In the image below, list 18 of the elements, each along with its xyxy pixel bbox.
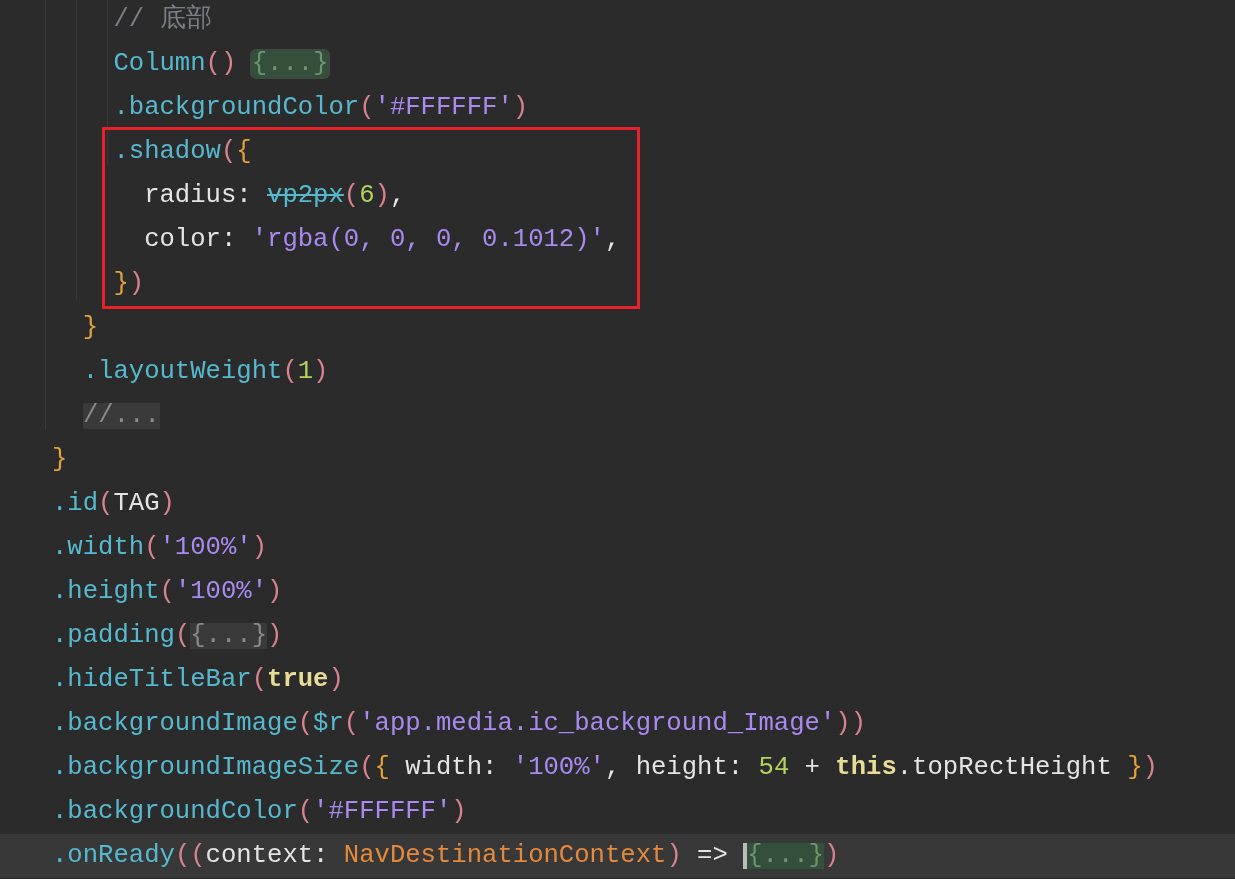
code-line: // 底部 — [112, 3, 213, 37]
code-line: } — [81, 312, 100, 345]
code-line: }) — [112, 268, 146, 301]
code-line: .backgroundColor('#FFFFFF') — [112, 92, 530, 125]
code-line: color: 'rgba(0, 0, 0, 0.1012)', — [143, 224, 622, 257]
code-line: .layoutWeight(1) — [81, 356, 330, 389]
code-line: .id(TAG) — [51, 488, 176, 521]
code-line: Column() {...} — [112, 48, 330, 81]
code-line: .backgroundImageSize({ width: '100%', height: 54 + this.topRectHeight }) — [51, 752, 1159, 785]
code-line: .backgroundColor('#FFFFFF') — [51, 796, 468, 829]
code-line: .shadow({ — [112, 136, 253, 169]
code-line: .height('100%') — [51, 576, 284, 609]
code-line: radius: vp2px(6), — [143, 180, 407, 213]
code-line: .hideTitleBar(true) — [51, 664, 345, 697]
code-line: } — [51, 444, 69, 477]
code-line: .backgroundImage($r('app.media.ic_background_Image')) — [51, 708, 868, 741]
code-line: .padding({...}) — [51, 620, 284, 653]
code-line: .width('100%') — [51, 532, 269, 565]
